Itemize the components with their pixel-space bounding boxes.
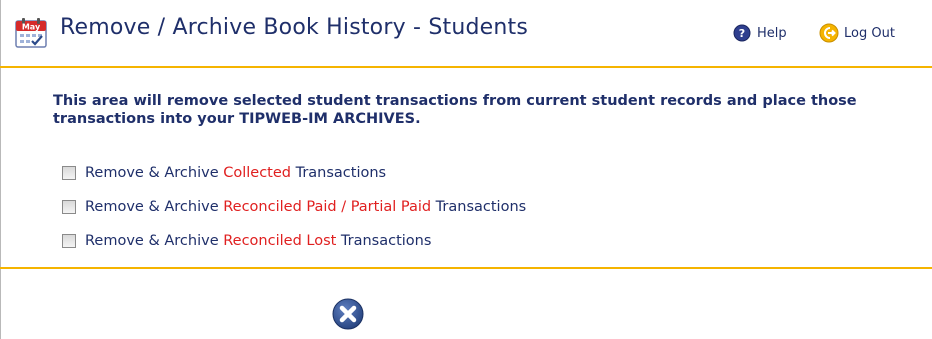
- cancel-button[interactable]: [332, 298, 364, 330]
- calendar-icon: May: [15, 18, 47, 48]
- option-reconciled-lost[interactable]: Remove & Archive Reconciled Lost Transac…: [62, 230, 526, 252]
- option-highlight: Reconciled Paid / Partial Paid: [223, 199, 432, 215]
- intro-text: This area will remove selected student t…: [53, 93, 857, 127]
- option-highlight: Reconciled Lost: [223, 233, 337, 249]
- help-label[interactable]: Help: [757, 26, 787, 41]
- archive-options: Remove & Archive Collected Transactions …: [62, 162, 526, 264]
- page-header: May Remove / Archive Book History - Stud…: [0, 0, 932, 68]
- logout-link[interactable]: Log Out: [819, 22, 895, 44]
- option-reconciled-paid[interactable]: Remove & Archive Reconciled Paid / Parti…: [62, 196, 526, 218]
- calendar-month-label: May: [22, 23, 41, 32]
- logout-label[interactable]: Log Out: [844, 26, 895, 41]
- section-divider: [0, 267, 932, 269]
- option-prefix: Remove & Archive: [85, 233, 224, 249]
- option-suffix: Transactions: [291, 165, 387, 181]
- page-title: Remove / Archive Book History - Students: [60, 15, 528, 40]
- collected-checkbox[interactable]: [62, 166, 76, 180]
- logout-icon: [819, 23, 839, 43]
- help-icon: ?: [733, 24, 751, 42]
- reconciled-paid-checkbox[interactable]: [62, 200, 76, 214]
- reconciled-lost-checkbox[interactable]: [62, 234, 76, 248]
- option-highlight: Collected: [223, 165, 291, 181]
- option-prefix: Remove & Archive: [85, 165, 224, 181]
- option-suffix: Transactions: [431, 199, 527, 215]
- option-collected[interactable]: Remove & Archive Collected Transactions: [62, 162, 526, 184]
- option-suffix: Transactions: [336, 233, 432, 249]
- help-link[interactable]: ? Help: [733, 22, 787, 44]
- option-prefix: Remove & Archive: [85, 199, 224, 215]
- svg-text:?: ?: [739, 27, 745, 40]
